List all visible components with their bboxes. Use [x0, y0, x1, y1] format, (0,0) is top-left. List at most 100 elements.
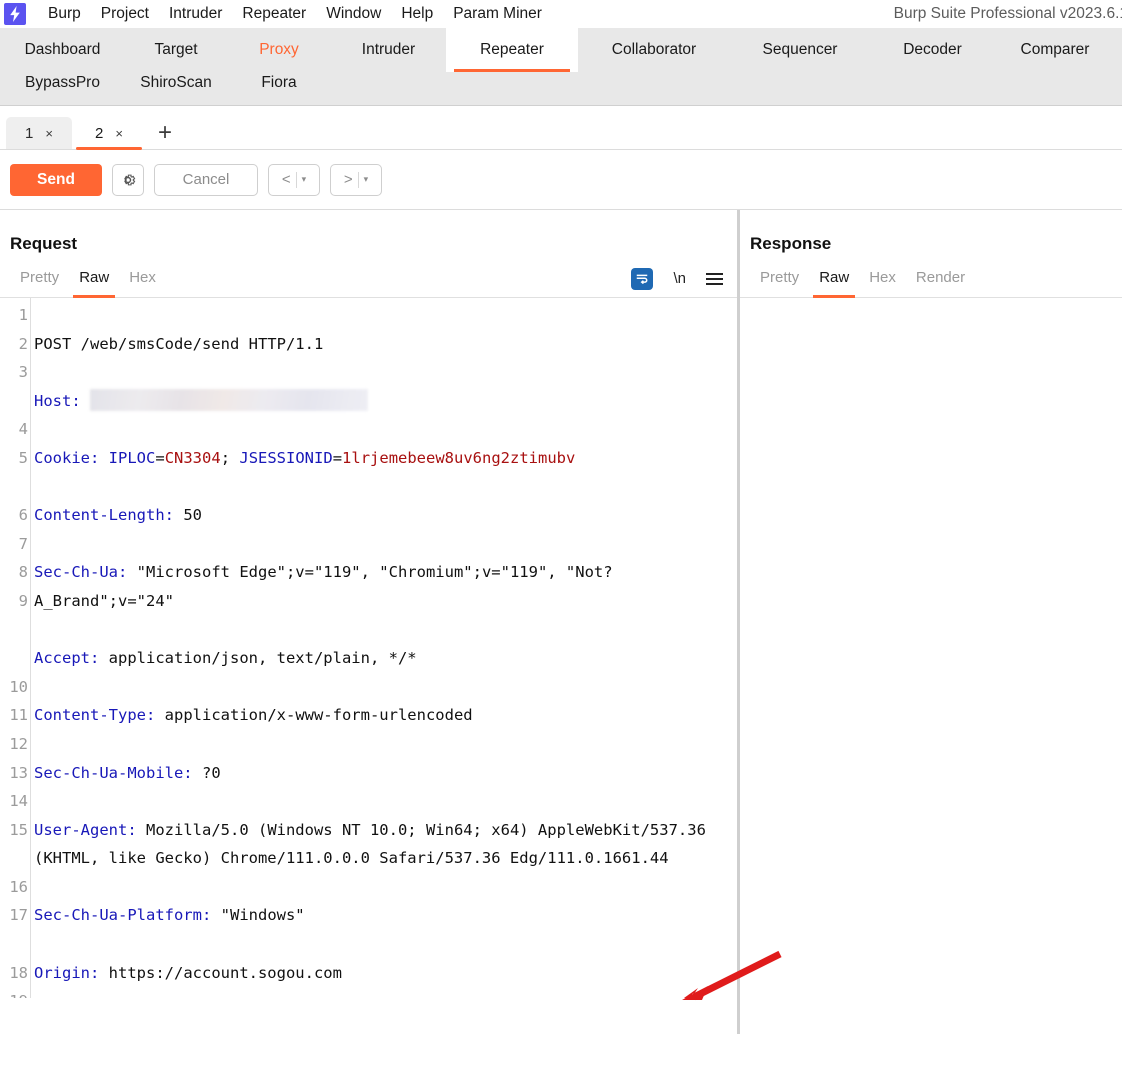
tab-repeater[interactable]: Repeater [446, 28, 578, 72]
header-name-cookie: Cookie: [34, 448, 100, 467]
previous-request-button[interactable]: < ▾ [268, 163, 320, 196]
menu-item-help[interactable]: Help [391, 0, 443, 28]
menu-item-window[interactable]: Window [316, 0, 391, 28]
code-line-7: Content-Type: application/x-www-form-url… [34, 701, 737, 730]
main-tab-row-secondary: BypassPro ShiroScan Fiora [0, 72, 1122, 106]
send-button[interactable]: Send [10, 163, 102, 196]
response-tab-hex[interactable]: Hex [859, 260, 906, 298]
word-wrap-icon[interactable] [631, 267, 654, 290]
code-line-10: Sec-Ch-Ua-Platform: "Windows" [34, 901, 737, 930]
request-raw-text[interactable]: POST /web/smsCode/send HTTP/1.1 Host: Co… [32, 301, 737, 998]
header-value-sec-ch-ua-platform: "Windows" [220, 906, 305, 925]
next-request-button[interactable]: > ▾ [330, 163, 382, 196]
cookie-value-iploc: CN3304 [164, 448, 221, 467]
response-title: Response [750, 234, 832, 253]
cookie-key-jsessionid: JSESSIONID [239, 448, 333, 467]
tab-shiroscan[interactable]: ShiroScan [125, 72, 227, 106]
code-line-6: Accept: application/json, text/plain, */… [34, 644, 737, 673]
header-name-accept: Accept: [34, 649, 100, 668]
forward-arrow-icon: > [343, 171, 353, 188]
main-tab-row-primary: Dashboard Target Proxy Intruder Repeater… [0, 28, 1122, 72]
divider [357, 171, 359, 188]
header-value-content-type: application/x-www-form-urlencoded [164, 706, 473, 725]
burp-lightning-icon[interactable] [4, 3, 26, 25]
header-name-user-agent: User-Agent: [34, 820, 137, 839]
cookie-value-jsessionid: 1lrjemebeew8uv6ng2ztimubv [342, 448, 576, 467]
header-name-sec-ch-ua-mobile: Sec-Ch-Ua-Mobile: [34, 763, 193, 782]
repeater-tab-2[interactable]: 2 × [76, 117, 142, 150]
menu-item-intruder[interactable]: Intruder [159, 0, 232, 28]
repeater-tab-1-label: 1 [25, 124, 34, 142]
request-tab-pretty[interactable]: Pretty [10, 260, 69, 298]
request-line-start: POST /web/smsCode/send HTTP/1.1 [34, 334, 324, 353]
request-editor[interactable]: 123 45 6789 101112131415 1617 181920 POS… [0, 298, 737, 998]
code-line-5: Sec-Ch-Ua: "Microsoft Edge";v="119", "Ch… [34, 558, 737, 615]
header-value-user-agent: Mozilla/5.0 (Windows NT 10.0; Win64; x64… [34, 820, 716, 868]
chevron-down-icon: ▾ [363, 174, 369, 184]
menu-item-burp[interactable]: Burp [38, 0, 91, 28]
tab-intruder[interactable]: Intruder [331, 28, 446, 72]
menu-item-param-miner[interactable]: Param Miner [443, 0, 552, 28]
code-line-3: Cookie: IPLOC=CN3304; JSESSIONID=1lrjeme… [34, 448, 576, 467]
header-name-origin: Origin: [34, 963, 100, 982]
code-line-11: Origin: https://account.sogou.com [34, 959, 737, 988]
tab-fiora[interactable]: Fiora [227, 72, 331, 106]
line-number-gutter: 123 45 6789 101112131415 1617 181920 [9, 306, 28, 998]
tab-bypasspro[interactable]: BypassPro [0, 72, 125, 106]
code-line-8: Sec-Ch-Ua-Mobile: ?0 [34, 759, 737, 788]
tab-sequencer[interactable]: Sequencer [730, 28, 870, 72]
main-tab-strip: Dashboard Target Proxy Intruder Repeater… [0, 28, 1122, 106]
response-tab-render[interactable]: Render [906, 260, 975, 298]
response-panel: Response Pretty Raw Hex Render [740, 210, 1122, 1034]
menu-item-repeater[interactable]: Repeater [232, 0, 316, 28]
gutter-divider [30, 298, 31, 998]
response-view-tabs: Pretty Raw Hex Render [740, 260, 1122, 298]
cookie-key-iploc: IPLOC [108, 448, 156, 467]
header-value-accept: application/json, text/plain, */* [108, 649, 417, 668]
menu-item-project[interactable]: Project [91, 0, 159, 28]
close-icon[interactable]: × [115, 126, 123, 141]
code-line-2: Host: [34, 387, 737, 416]
header-name-content-type: Content-Type: [34, 706, 156, 725]
response-tab-raw[interactable]: Raw [809, 260, 859, 298]
tab-proxy[interactable]: Proxy [227, 28, 331, 72]
redacted-host-value [90, 388, 369, 411]
response-editor[interactable] [740, 298, 1122, 998]
editor-split-panes: Request Pretty Raw Hex \n 123 45 6789 10… [0, 210, 1122, 1034]
request-view-tabs: Pretty Raw Hex \n [0, 260, 737, 298]
hamburger-menu-icon[interactable] [706, 272, 723, 285]
header-name-sec-ch-ua: Sec-Ch-Ua: [34, 563, 128, 582]
code-line-4: Content-Length: 50 [34, 501, 737, 530]
request-action-toolbar: Send Cancel < ▾ > ▾ [0, 150, 1122, 210]
gear-icon[interactable] [112, 163, 144, 196]
code-line-9: User-Agent: Mozilla/5.0 (Windows NT 10.0… [34, 816, 737, 873]
request-tools: \n [631, 267, 723, 290]
newline-toggle-icon[interactable]: \n [673, 270, 686, 287]
version-label: Burp Suite Professional v2023.6.1 [893, 5, 1122, 22]
chevron-down-icon: ▾ [301, 174, 307, 184]
request-panel: Request Pretty Raw Hex \n 123 45 6789 10… [0, 210, 737, 1034]
repeater-tab-bar: 1 × 2 × + [0, 106, 1122, 150]
tab-dashboard[interactable]: Dashboard [0, 28, 125, 72]
request-title: Request [10, 234, 78, 253]
header-value-content-length: 50 [183, 506, 202, 525]
header-name-content-length: Content-Length: [34, 506, 174, 525]
request-tab-raw[interactable]: Raw [69, 260, 119, 298]
back-arrow-icon: < [281, 171, 291, 188]
cancel-button[interactable]: Cancel [154, 163, 258, 196]
add-tab-button[interactable]: + [146, 121, 184, 149]
repeater-tab-1[interactable]: 1 × [6, 117, 72, 149]
menu-bar: Burp Project Intruder Repeater Window He… [0, 0, 1122, 28]
tab-collaborator[interactable]: Collaborator [578, 28, 730, 72]
tab-target[interactable]: Target [125, 28, 227, 72]
header-name-host: Host: [34, 391, 81, 410]
header-value-origin: https://account.sogou.com [108, 963, 342, 982]
code-line-1: POST /web/smsCode/send HTTP/1.1 [34, 330, 737, 359]
tab-decoder[interactable]: Decoder [870, 28, 995, 72]
divider [295, 171, 297, 188]
response-tab-pretty[interactable]: Pretty [750, 260, 809, 298]
close-icon[interactable]: × [45, 126, 53, 141]
repeater-tab-2-label: 2 [95, 124, 104, 142]
request-tab-hex[interactable]: Hex [119, 260, 166, 298]
tab-comparer[interactable]: Comparer [995, 28, 1115, 72]
